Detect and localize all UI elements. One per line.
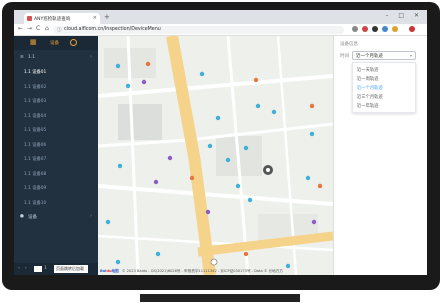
- monitor-bezel: ANY巡检轨迹查询 × + – □ ✕ ← → C ⌂ ⓘ cloud.aifl…: [2, 2, 440, 290]
- lock-icon: ⓘ: [57, 28, 62, 33]
- sidebar-item[interactable]: 1.1 设备09: [14, 180, 98, 195]
- sidebar-header: ▦ 设备: [14, 36, 98, 50]
- url-input[interactable]: ⓘ cloud.aiflcom.cn/Inspection/DeviceMenu: [54, 26, 344, 34]
- filter-panel: 设备信息 时间 近一个月轨迹 ▾ 近一天轨迹 近一周轨迹 近一个月轨迹 近三个月…: [333, 36, 427, 275]
- sidebar-item[interactable]: 1.1 设备10: [14, 195, 98, 210]
- sidebar: ▦ 设备 ≡ 1.1 › 1.1 设备01 1.1 设备02 1.1 设备03 …: [14, 36, 98, 275]
- sidebar-header-label[interactable]: 设备: [50, 40, 59, 46]
- group-label: 1.1: [28, 55, 36, 60]
- location-icon: ●: [20, 214, 24, 219]
- app: ▦ 设备 ≡ 1.1 › 1.1 设备01 1.1 设备02 1.1 设备03 …: [14, 36, 427, 275]
- time-range-dropdown: 近一天轨迹 近一周轨迹 近一个月轨迹 近三个月轨迹 近一年轨迹: [352, 62, 416, 113]
- dropdown-option[interactable]: 近一周轨迹: [353, 74, 415, 83]
- back-button[interactable]: ←: [18, 25, 23, 32]
- sidebar-item[interactable]: 1.1 设备08: [14, 166, 98, 181]
- sidebar-item[interactable]: 1.1 设备01: [14, 64, 98, 79]
- extension-icon-1[interactable]: [352, 26, 358, 32]
- page-number: 1: [44, 266, 47, 271]
- group-label: 设备: [28, 215, 37, 220]
- favicon-icon: [27, 16, 32, 21]
- select-value: 近一个月轨迹: [356, 54, 383, 59]
- home-button[interactable]: ⌂: [45, 25, 49, 32]
- dropdown-option[interactable]: 近一年轨迹: [353, 101, 415, 110]
- grid-icon[interactable]: ▦: [30, 39, 37, 46]
- sidebar-item[interactable]: 1.1 设备02: [14, 79, 98, 94]
- list-icon: ≡: [20, 55, 24, 60]
- extension-icon-5[interactable]: [392, 26, 398, 32]
- sidebar-item[interactable]: 1.1 设备06: [14, 137, 98, 152]
- dropdown-option[interactable]: 近三个月轨迹: [353, 92, 415, 101]
- extension-icon-4[interactable]: [382, 26, 388, 32]
- target-icon[interactable]: [70, 39, 77, 46]
- profile-avatar[interactable]: [409, 26, 415, 32]
- sidebar-item[interactable]: 1.1 设备05: [14, 122, 98, 137]
- map-attribution: Baidu地图 © 2023 Baidu - GS(2021)6026号 - 甲…: [98, 268, 333, 275]
- page-jump-button[interactable]: 页面跳转后加载: [54, 265, 88, 273]
- tab-close-icon[interactable]: ×: [93, 15, 97, 21]
- locate-control-icon: [210, 258, 218, 266]
- forward-button[interactable]: →: [27, 25, 32, 32]
- map-canvas[interactable]: [98, 36, 333, 275]
- dropdown-option-selected[interactable]: 近一个月轨迹: [353, 83, 415, 92]
- extension-icon-2[interactable]: [362, 26, 368, 32]
- dropdown-option[interactable]: 近一天轨迹: [353, 65, 415, 74]
- pagination: ‹ › 1 页面跳转后加载: [14, 263, 98, 275]
- next-page-button[interactable]: ›: [25, 266, 27, 271]
- map-view[interactable]: Baidu地图 © 2023 Baidu - GS(2021)6026号 - 甲…: [98, 36, 333, 275]
- reload-button[interactable]: C: [36, 25, 40, 32]
- screen: ANY巡检轨迹查询 × + – □ ✕ ← → C ⌂ ⓘ cloud.aifl…: [14, 10, 427, 275]
- window-controls[interactable]: – □ ✕: [385, 12, 423, 19]
- address-bar: ← → C ⌂ ⓘ cloud.aiflcom.cn/Inspection/De…: [14, 24, 427, 36]
- caret-down-icon: ▾: [409, 53, 412, 58]
- extension-icon-3[interactable]: [372, 26, 378, 32]
- sidebar-item[interactable]: 1.1 设备04: [14, 108, 98, 123]
- sidebar-group-1[interactable]: ≡ 1.1 ›: [14, 50, 98, 64]
- attribution-text: © 2023 Baidu - GS(2021)6026号 - 甲测资字11111…: [121, 269, 283, 273]
- chevron-icon: ›: [90, 213, 92, 219]
- panel-title: 设备信息: [340, 42, 358, 47]
- prev-page-button[interactable]: ‹: [18, 266, 20, 271]
- new-tab-button[interactable]: +: [104, 13, 110, 21]
- sidebar-item[interactable]: 1.1 设备07: [14, 151, 98, 166]
- baidu-logo: Baidu地图: [100, 269, 119, 273]
- time-label: 时间: [340, 54, 349, 59]
- time-range-select[interactable]: 近一个月轨迹 ▾: [352, 51, 416, 60]
- monitor-stand: [140, 294, 300, 302]
- sidebar-item[interactable]: 1.1 设备03: [14, 93, 98, 108]
- page-input[interactable]: [34, 266, 42, 272]
- url-text: cloud.aiflcom.cn/Inspection/DeviceMenu: [64, 27, 161, 32]
- sidebar-group-2[interactable]: ● 设备 ›: [14, 209, 98, 223]
- browser-tab-bar: ANY巡检轨迹查询 × + – □ ✕: [14, 10, 427, 24]
- browser-tab[interactable]: ANY巡检轨迹查询 ×: [24, 13, 100, 24]
- tab-title: ANY巡检轨迹查询: [34, 17, 71, 22]
- chevron-icon: ›: [90, 54, 92, 60]
